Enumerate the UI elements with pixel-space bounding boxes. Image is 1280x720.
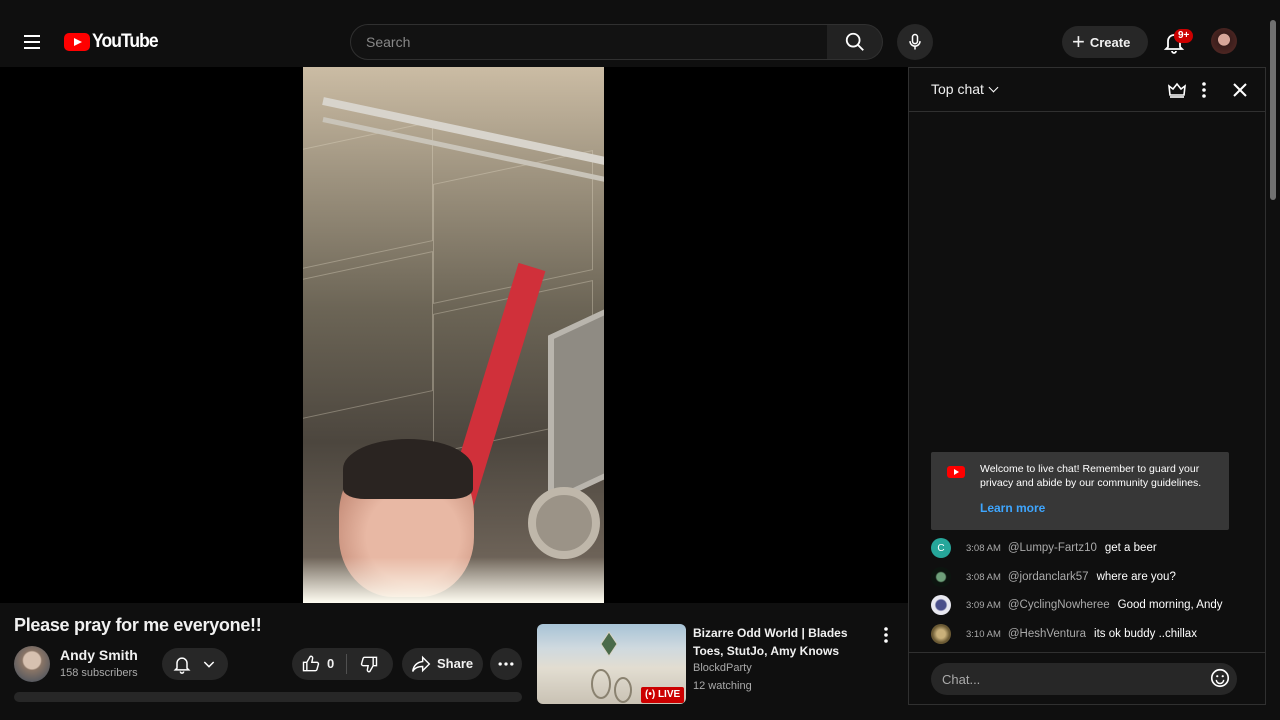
chat-time: 3:10 AM [966,628,1001,640]
chat-message[interactable]: 3:08 AM @jordanclark57 where are you? [931,566,1176,588]
chat-avatar: C [931,538,951,558]
chat-time: 3:08 AM [966,542,1001,554]
thumbs-down-icon [360,656,378,673]
search-icon [845,32,864,51]
chat-message[interactable]: 3:10 AM @HeshVentura its ok buddy ..chil… [931,623,1197,645]
like-count: 0 [327,656,335,671]
subscribe-bell-button[interactable] [162,648,228,680]
chat-author[interactable]: @jordanclark57 [1008,571,1089,583]
youtube-logo-icon [64,33,90,51]
live-chat-panel: Top chat Welcome to live chat! Remember … [908,67,1266,705]
ceiling-speaker [528,487,600,559]
description-box[interactable] [14,692,522,702]
chat-author[interactable]: @CyclingNowheree [1008,599,1110,611]
chat-avatar [931,567,951,587]
share-label: Share [437,656,474,671]
chat-input-area [909,652,1265,704]
dislike-button[interactable] [347,648,393,680]
emoji-icon[interactable] [1209,667,1231,689]
chat-header: Top chat [909,68,1265,112]
video-title: Please pray for me everyone!! [14,615,262,635]
chat-input[interactable] [931,663,1237,695]
chat-text: Good morning, Andy [1117,599,1223,611]
chat-text: get a beer [1104,542,1157,554]
video-player[interactable] [0,67,908,603]
logo-text: YouTube [92,31,159,52]
chat-time: 3:08 AM [966,571,1001,583]
youtube-icon [947,466,965,478]
top-chat-dropdown[interactable]: Top chat [931,81,999,97]
chat-avatar [931,624,951,644]
create-button[interactable]: + Create [1062,26,1148,58]
chevron-down-icon [988,82,999,93]
live-label: LIVE [657,689,681,700]
search-button[interactable] [827,24,883,60]
recommendation-title[interactable]: Bizarre Odd World | Blades Toes, StutJo,… [693,624,863,660]
notification-count-badge: 9+ [1174,29,1194,43]
masthead: YouTube + Create 9+ [0,0,1280,66]
subscriber-count: 158 subscribers [60,667,138,679]
chat-text: where are you? [1096,571,1176,583]
plus-icon: + [1072,29,1085,54]
more-horiz-icon [498,662,514,666]
voice-search-button[interactable] [897,24,933,60]
crown-icon[interactable] [1165,78,1189,102]
channel-avatar[interactable] [14,646,50,682]
video-frame [303,67,604,603]
like-dislike-group: 0 [292,648,393,680]
share-button[interactable]: Share [402,648,483,680]
youtube-logo[interactable]: YouTube [64,31,163,53]
bell-icon [173,657,191,674]
more-vert-icon[interactable] [874,624,898,648]
mic-icon [909,33,921,50]
recommendation-viewers: 12 watching [693,680,752,692]
search-input[interactable] [350,24,828,60]
share-icon [411,655,431,673]
like-button[interactable]: 0 [292,648,346,680]
thumbs-up-icon [302,655,320,672]
chat-author[interactable]: @HeshVentura [1008,628,1086,640]
chat-message[interactable]: 3:09 AM @CyclingNowheree Good morning, A… [931,594,1223,616]
recommendation-channel[interactable]: BlockdParty [693,662,752,674]
menu-icon[interactable] [14,24,50,60]
welcome-banner: Welcome to live chat! Remember to guard … [931,452,1229,530]
create-label: Create [1089,34,1131,50]
chat-author[interactable]: @Lumpy-Fartz10 [1008,542,1097,554]
channel-name[interactable]: Andy Smith [60,647,138,663]
page-scrollbar[interactable] [1270,20,1276,200]
more-actions-button[interactable] [490,648,522,680]
chat-time: 3:09 AM [966,599,1001,611]
live-badge: (•) LIVE [641,687,685,703]
chat-message[interactable]: C 3:08 AM @Lumpy-Fartz10 get a beer [931,537,1157,559]
welcome-text: Welcome to live chat! Remember to guard … [980,463,1202,489]
live-icon: (•) [645,689,656,700]
account-avatar[interactable] [1211,28,1237,54]
chat-text: its ok buddy ..chillax [1094,628,1197,640]
close-icon[interactable] [1228,78,1252,102]
learn-more-link[interactable]: Learn more [980,501,1045,515]
chevron-down-icon [203,661,215,668]
more-vert-icon[interactable] [1192,78,1216,102]
top-chat-label: Top chat [931,81,984,97]
chat-avatar [931,595,951,615]
